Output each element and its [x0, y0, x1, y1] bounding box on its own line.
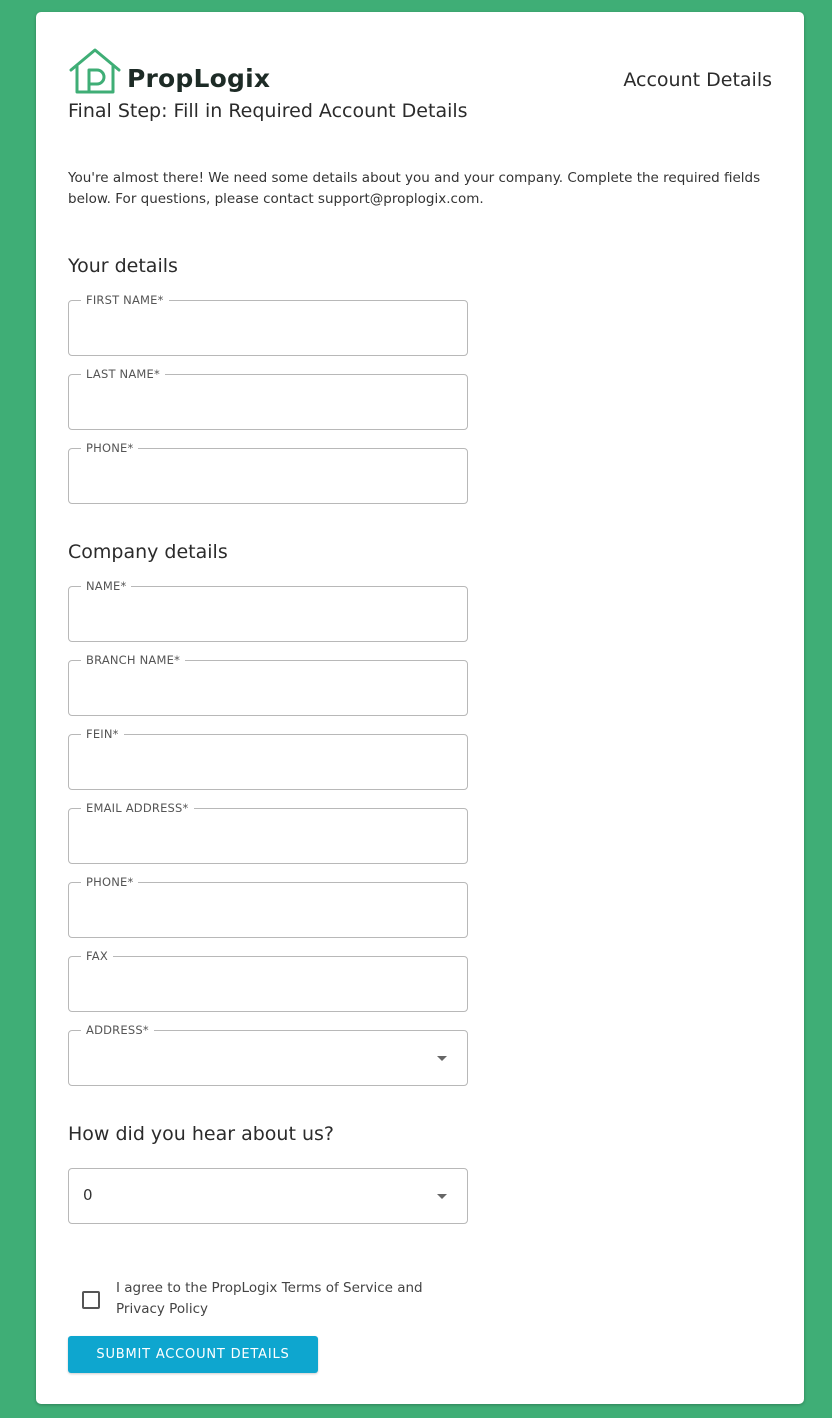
chevron-down-icon	[437, 1194, 447, 1199]
house-p-logo-icon	[69, 48, 121, 94]
email-address-input[interactable]	[83, 823, 427, 851]
brand-name: PropLogix	[127, 63, 271, 93]
referral-select[interactable]: 0	[68, 1168, 468, 1224]
fein-field[interactable]: FEIN*	[68, 727, 468, 790]
fax-field[interactable]: FAX	[68, 949, 468, 1012]
address-label: ADDRESS*	[81, 1023, 154, 1038]
branch-name-field[interactable]: BRANCH NAME*	[68, 653, 468, 716]
page-subtitle: Final Step: Fill in Required Account Det…	[68, 100, 468, 122]
fax-input[interactable]	[83, 971, 427, 999]
company-phone-label: PHONE*	[81, 875, 139, 890]
last-name-input[interactable]	[83, 389, 427, 417]
branch-name-label: BRANCH NAME*	[81, 653, 186, 668]
proplogix-logo: PropLogix	[68, 48, 270, 94]
intro-text: You're almost there! We need some detail…	[68, 170, 761, 207]
fax-label: FAX	[81, 949, 113, 964]
personal-phone-input[interactable]	[83, 463, 427, 491]
fein-label: FEIN*	[81, 727, 124, 742]
email-address-field[interactable]: EMAIL ADDRESS*	[68, 801, 468, 864]
first-name-field[interactable]: FIRST NAME*	[68, 293, 468, 356]
submit-account-details-button[interactable]: SUBMIT ACCOUNT DETAILS	[68, 1336, 318, 1373]
chevron-down-icon	[437, 1056, 447, 1061]
branch-name-input[interactable]	[83, 675, 427, 703]
terms-label: I agree to the PropLogix Terms of Servic…	[116, 1280, 423, 1317]
personal-phone-label: PHONE*	[81, 441, 139, 456]
company-phone-field[interactable]: PHONE*	[68, 875, 468, 938]
company-name-input[interactable]	[83, 601, 427, 629]
company-name-field[interactable]: NAME*	[68, 579, 468, 642]
fein-input[interactable]	[83, 749, 427, 777]
referral-selected-value: 0	[83, 1186, 93, 1204]
company-details-heading: Company details	[68, 541, 228, 563]
last-name-label: LAST NAME*	[81, 367, 165, 382]
account-details-card: PropLogix Account Details Final Step: Fi…	[36, 12, 804, 1404]
address-select[interactable]: ADDRESS*	[68, 1023, 468, 1086]
first-name-input[interactable]	[83, 315, 427, 343]
your-details-heading: Your details	[68, 255, 178, 277]
personal-phone-field[interactable]: PHONE*	[68, 441, 468, 504]
page-title: Account Details	[623, 69, 772, 91]
company-phone-input[interactable]	[83, 897, 427, 925]
email-address-label: EMAIL ADDRESS*	[81, 801, 194, 816]
last-name-field[interactable]: LAST NAME*	[68, 367, 468, 430]
terms-checkbox[interactable]	[82, 1291, 100, 1309]
first-name-label: FIRST NAME*	[81, 293, 169, 308]
company-name-label: NAME*	[81, 579, 132, 594]
referral-heading: How did you hear about us?	[68, 1123, 334, 1145]
